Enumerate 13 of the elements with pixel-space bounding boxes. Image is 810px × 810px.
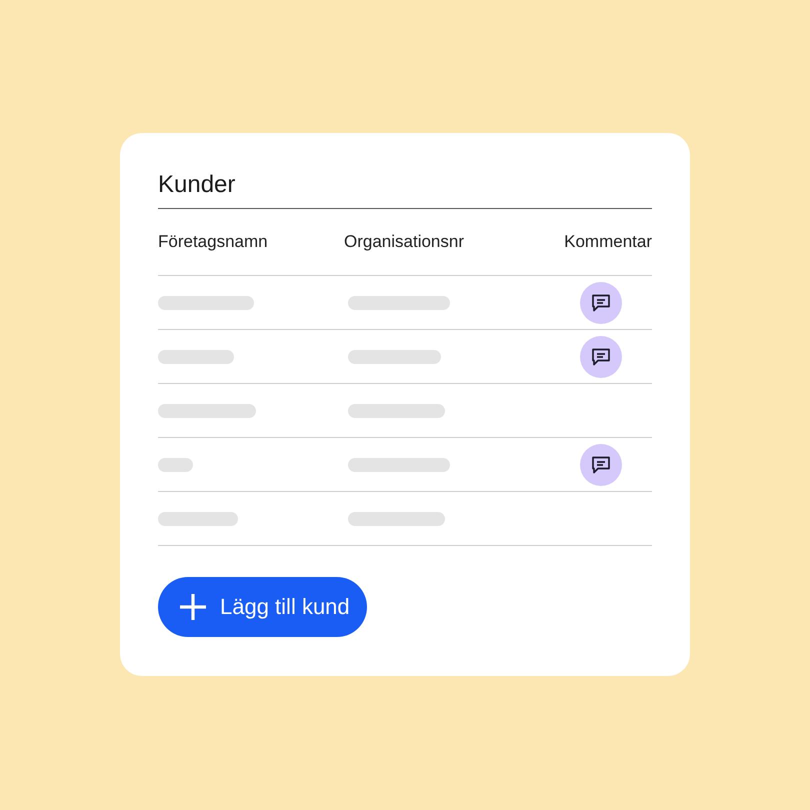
comment-button[interactable]	[580, 444, 622, 486]
column-header: Kommentar	[564, 232, 652, 252]
column-header: Företagsnamn	[158, 232, 269, 252]
plus-icon	[178, 592, 208, 622]
comment-icon	[590, 454, 612, 476]
column-header: Organisationsnr	[344, 232, 466, 252]
comment-button[interactable]	[580, 282, 622, 324]
card-title: Kunder	[158, 161, 652, 209]
add-customer-button[interactable]: Lägg till kund	[158, 577, 367, 637]
comment-button[interactable]	[580, 336, 622, 378]
comment-icon	[590, 346, 612, 368]
placeholder-bar	[158, 458, 193, 472]
comment-icon	[590, 292, 612, 314]
